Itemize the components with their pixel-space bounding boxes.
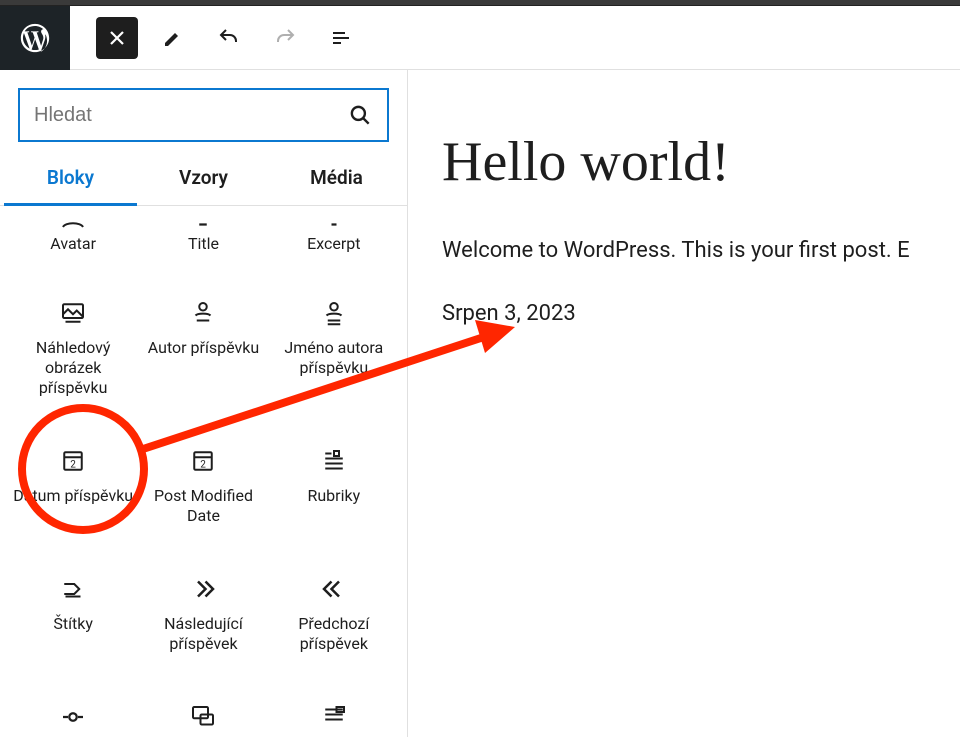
block-label: Náhledový obrázek příspěvku: [13, 338, 133, 398]
readmore-icon: [58, 702, 88, 732]
block-label: Jméno autora příspěvku: [274, 338, 394, 378]
redo-button[interactable]: [264, 17, 306, 59]
block-featured-image[interactable]: Náhledový obrázek příspěvku: [8, 272, 138, 416]
image-icon: [58, 298, 88, 328]
author-name-icon: [319, 298, 349, 328]
wordpress-logo[interactable]: [0, 6, 70, 70]
wordpress-icon: [18, 21, 52, 55]
block-comments[interactable]: Komentáře: [138, 672, 268, 737]
block-tags[interactable]: Štítky: [8, 544, 138, 672]
block-prev-post[interactable]: Předchozí příspěvek: [269, 544, 399, 672]
workspace: Bloky Vzory Média Avatar Title Excerpt N…: [0, 70, 960, 737]
tab-media[interactable]: Média: [270, 152, 403, 205]
inserter-tabs: Bloky Vzory Média: [0, 152, 407, 206]
block-label: Předchozí příspěvek: [274, 614, 394, 654]
block-title[interactable]: Title: [138, 206, 268, 272]
categories-icon: [319, 446, 349, 476]
block-inserter-panel: Bloky Vzory Média Avatar Title Excerpt N…: [0, 70, 408, 737]
post-title[interactable]: Hello world!: [442, 130, 960, 194]
prev-icon: [319, 574, 349, 604]
form-icon: [319, 702, 349, 732]
tab-blocks[interactable]: Bloky: [4, 152, 137, 205]
list-icon: [329, 26, 353, 50]
tab-patterns[interactable]: Vzory: [137, 152, 270, 205]
block-search-box[interactable]: [18, 88, 389, 142]
block-label: Title: [188, 234, 219, 254]
block-categories[interactable]: Rubriky: [269, 416, 399, 544]
block-author[interactable]: Autor příspěvku: [138, 272, 268, 416]
avatar-icon: [58, 210, 88, 224]
close-icon: [105, 26, 129, 50]
editor-toolbar: [0, 6, 960, 70]
redo-icon: [273, 26, 297, 50]
edit-mode-button[interactable]: [152, 17, 194, 59]
block-label: Datum příspěvku: [13, 486, 133, 506]
block-grid: Avatar Title Excerpt Náhledový obrázek p…: [0, 206, 407, 737]
title-icon: [188, 210, 218, 224]
tags-icon: [58, 574, 88, 604]
excerpt-icon: [319, 210, 349, 224]
block-label: Následující příspěvek: [143, 614, 263, 654]
block-label: Štítky: [53, 614, 93, 634]
post-date-block[interactable]: Srpen 3, 2023: [442, 301, 960, 326]
document-outline-button[interactable]: [320, 17, 362, 59]
comments-icon: [188, 702, 218, 732]
author-icon: [188, 298, 218, 328]
next-icon: [188, 574, 218, 604]
post-body[interactable]: Welcome to WordPress. This is your first…: [442, 238, 960, 263]
undo-button[interactable]: [208, 17, 250, 59]
calendar-icon: 2: [188, 446, 218, 476]
calendar-icon: 2: [58, 446, 88, 476]
block-comment-form[interactable]: Formulář: [269, 672, 399, 737]
search-icon: [347, 102, 373, 128]
block-label: Autor příspěvku: [148, 338, 259, 358]
block-label: Post Modified Date: [143, 486, 263, 526]
close-inserter-button[interactable]: [96, 17, 138, 59]
block-excerpt[interactable]: Excerpt: [269, 206, 399, 272]
block-author-name[interactable]: Jméno autora příspěvku: [269, 272, 399, 416]
undo-icon: [217, 26, 241, 50]
block-read-more[interactable]: Pokračovat ve: [8, 672, 138, 737]
pencil-icon: [161, 26, 185, 50]
search-input[interactable]: [34, 104, 347, 127]
block-label: Excerpt: [307, 234, 360, 254]
block-next-post[interactable]: Následující příspěvek: [138, 544, 268, 672]
svg-text:2: 2: [70, 459, 76, 470]
block-post-date[interactable]: 2 Datum příspěvku: [8, 416, 138, 544]
block-label: Rubriky: [307, 486, 360, 506]
block-label: Avatar: [50, 234, 96, 254]
editor-canvas[interactable]: Hello world! Welcome to WordPress. This …: [408, 70, 960, 737]
block-avatar[interactable]: Avatar: [8, 206, 138, 272]
block-modified-date[interactable]: 2 Post Modified Date: [138, 416, 268, 544]
svg-text:2: 2: [201, 459, 207, 470]
